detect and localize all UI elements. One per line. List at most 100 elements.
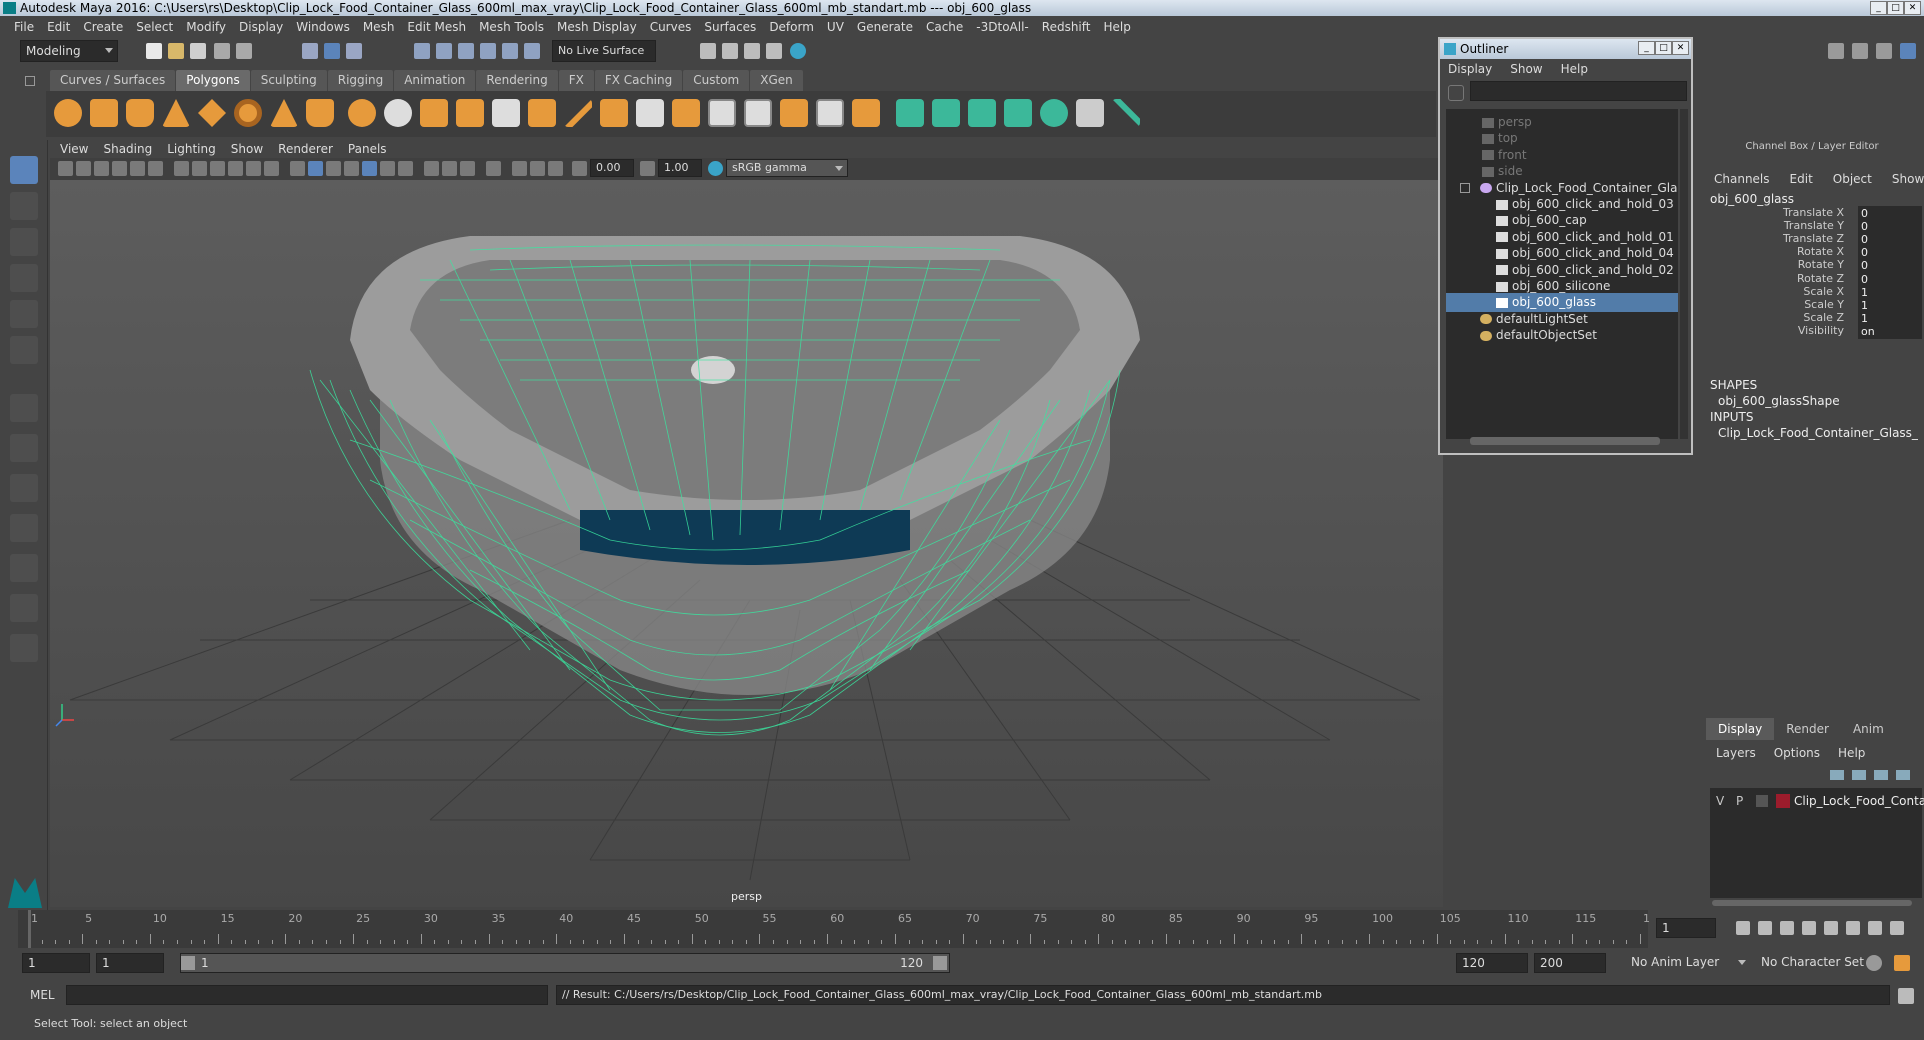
mirror-icon[interactable]: [528, 99, 556, 127]
scale-tool-icon[interactable]: [10, 336, 38, 364]
ipr-render-icon[interactable]: [744, 43, 760, 59]
poly-plane-icon[interactable]: [198, 99, 226, 127]
menu-create[interactable]: Create: [83, 20, 123, 34]
channel-box-menu-show[interactable]: Show: [1892, 172, 1924, 186]
shelf-tab-rigging[interactable]: Rigging: [327, 70, 394, 91]
poly-cylinder-icon[interactable]: [126, 99, 154, 127]
menu-edit-mesh[interactable]: Edit Mesh: [407, 20, 466, 34]
snap-view-plane-icon[interactable]: [502, 43, 518, 59]
viewport-menu-shading[interactable]: Shading: [103, 142, 152, 156]
outliner-item[interactable]: defaultObjectSet: [1446, 326, 1678, 345]
layer-tab-render[interactable]: Render: [1774, 718, 1841, 740]
automatic-uv-icon[interactable]: [1004, 99, 1032, 127]
smooth-icon[interactable]: [456, 99, 484, 127]
rotate-tool-icon[interactable]: [10, 300, 38, 328]
2d-pan-zoom-icon[interactable]: [130, 161, 145, 176]
open-scene-icon[interactable]: [168, 43, 184, 59]
tool-settings-icon[interactable]: [1876, 43, 1892, 59]
menu-curves[interactable]: Curves: [650, 20, 692, 34]
go-to-end-icon[interactable]: [1890, 921, 1904, 935]
spherical-uv-icon[interactable]: [968, 99, 996, 127]
view-transform-dropdown[interactable]: sRGB gamma: [726, 159, 848, 177]
layer-type-toggle[interactable]: [1756, 795, 1768, 807]
uv-snapshot-icon[interactable]: [1112, 99, 1140, 127]
menu-3dtoall[interactable]: -3DtoAll-: [976, 20, 1028, 34]
outliner-hscroll[interactable]: [1470, 437, 1660, 445]
outliner-menu-help[interactable]: Help: [1561, 62, 1588, 76]
single-pane-layout-icon[interactable]: [10, 394, 38, 422]
planar-uv-icon[interactable]: [896, 99, 924, 127]
textured-icon[interactable]: [362, 161, 377, 176]
paint-select-icon[interactable]: [10, 228, 38, 256]
input-name[interactable]: Clip_Lock_Food_Container_Glass_60...: [1718, 426, 1918, 440]
new-layer-selected-icon[interactable]: [1896, 770, 1910, 780]
step-forward-key-icon[interactable]: [1868, 921, 1882, 935]
shadows-icon[interactable]: [398, 161, 413, 176]
shelf-tab-animation[interactable]: Animation: [394, 70, 476, 91]
poly-sphere-icon[interactable]: [54, 99, 82, 127]
channel-box-menu-channels[interactable]: Channels: [1714, 172, 1770, 186]
shelf-tab-xgen[interactable]: XGen: [750, 70, 803, 91]
script-language-toggle[interactable]: MEL: [30, 988, 55, 1002]
attribute-row[interactable]: Visibility on: [1700, 323, 1924, 340]
wireframe-icon[interactable]: [290, 161, 305, 176]
append-polygon-icon[interactable]: [780, 99, 808, 127]
exposure-icon[interactable]: [572, 161, 587, 176]
bevel-icon[interactable]: [672, 99, 700, 127]
anti-aliasing-icon[interactable]: [460, 161, 475, 176]
menu-windows[interactable]: Windows: [296, 20, 350, 34]
separate-icon[interactable]: [384, 99, 412, 127]
snap-curve-icon[interactable]: [436, 43, 452, 59]
shelf-tab-polygons[interactable]: Polygons: [176, 70, 250, 91]
shelf-tab-rendering[interactable]: Rendering: [476, 70, 558, 91]
outliner-filter-icon[interactable]: [1448, 85, 1464, 101]
screen-space-ao-icon[interactable]: [424, 161, 439, 176]
extrude-icon[interactable]: [600, 99, 628, 127]
resolution-gate-icon[interactable]: [210, 161, 225, 176]
script-editor-icon[interactable]: [1898, 988, 1914, 1004]
image-plane-icon[interactable]: [112, 161, 127, 176]
field-chart-icon[interactable]: [246, 161, 261, 176]
character-set-dropdown[interactable]: No Character Set: [1756, 953, 1874, 973]
range-start-handle[interactable]: [181, 956, 195, 970]
poly-torus-icon[interactable]: [234, 99, 262, 127]
render-settings-icon[interactable]: [766, 43, 782, 59]
layer-visibility-toggle[interactable]: V: [1716, 792, 1724, 810]
select-by-object-icon[interactable]: [324, 43, 340, 59]
viewport-menu-show[interactable]: Show: [231, 142, 263, 156]
uv-editor-icon[interactable]: [1076, 99, 1104, 127]
layer-tab-display[interactable]: Display: [1706, 718, 1775, 740]
gamma-icon[interactable]: [640, 161, 655, 176]
channel-box-menu-object[interactable]: Object: [1833, 172, 1872, 186]
merge-icon[interactable]: [852, 99, 880, 127]
multi-cut-icon[interactable]: [564, 99, 592, 127]
mode-dropdown[interactable]: Modeling: [20, 40, 118, 62]
outliner-search-input[interactable]: [1470, 81, 1687, 101]
menu-redshift[interactable]: Redshift: [1042, 20, 1091, 34]
menu-modify[interactable]: Modify: [186, 20, 226, 34]
current-time-indicator[interactable]: [28, 910, 31, 948]
menu-edit[interactable]: Edit: [47, 20, 70, 34]
go-to-start-icon[interactable]: [1736, 921, 1750, 935]
animation-preferences-icon[interactable]: [1894, 955, 1910, 971]
outliner-minimize-button[interactable]: _: [1638, 41, 1655, 55]
motion-blur-icon[interactable]: [442, 161, 457, 176]
persp-outliner-layout-icon[interactable]: [10, 514, 38, 542]
xray-icon[interactable]: [512, 161, 527, 176]
maximize-button[interactable]: □: [1887, 1, 1904, 15]
snap-point-icon[interactable]: [458, 43, 474, 59]
poly-cone-icon[interactable]: [162, 99, 190, 127]
viewport-menu-view[interactable]: View: [60, 142, 88, 156]
select-tool-icon[interactable]: [10, 156, 38, 184]
new-empty-layer-icon[interactable]: [1874, 770, 1888, 780]
grease-pencil-icon[interactable]: [148, 161, 163, 176]
current-frame-field[interactable]: 1: [1656, 918, 1716, 938]
bridge-icon[interactable]: [636, 99, 664, 127]
wireframe-on-shaded-icon[interactable]: [344, 161, 359, 176]
exposure-field[interactable]: 0.00: [590, 159, 634, 177]
menu-generate[interactable]: Generate: [857, 20, 913, 34]
insert-edge-loop-icon[interactable]: [708, 99, 736, 127]
outliner-menu-show[interactable]: Show: [1510, 62, 1542, 76]
shelf-tab-sculpting[interactable]: Sculpting: [250, 70, 327, 91]
menu-deform[interactable]: Deform: [769, 20, 814, 34]
